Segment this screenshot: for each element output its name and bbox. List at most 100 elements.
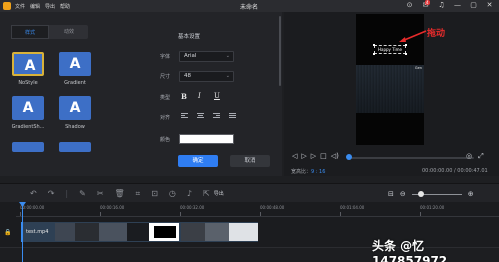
size-select[interactable]: 48 ⌄ bbox=[179, 71, 234, 82]
style-tile-label: Shadow bbox=[65, 124, 85, 130]
divider: | bbox=[65, 189, 69, 198]
underline-button[interactable]: U bbox=[214, 92, 220, 100]
basic-settings-title: 基本设置 bbox=[178, 34, 201, 40]
resize-handle[interactable] bbox=[373, 53, 375, 55]
zoom-knob[interactable] bbox=[417, 190, 424, 197]
tile-glyph: A bbox=[24, 58, 36, 74]
type-label: 类型 bbox=[160, 95, 171, 101]
close-icon[interactable]: ✕ bbox=[485, 1, 494, 10]
export-button[interactable]: 导出 bbox=[214, 189, 224, 199]
size-label: 尺寸 bbox=[160, 74, 171, 80]
volume-icon[interactable]: ◁) bbox=[331, 152, 339, 160]
align-center-icon[interactable] bbox=[197, 113, 204, 119]
video-frame-image bbox=[356, 65, 424, 113]
edit-icon[interactable]: ✎ bbox=[79, 189, 86, 199]
zoom-slider[interactable] bbox=[411, 190, 462, 197]
align-justify-icon[interactable] bbox=[229, 113, 236, 119]
style-tile-shadow[interactable]: A bbox=[59, 96, 91, 120]
italic-button[interactable]: I bbox=[198, 92, 201, 100]
app-logo-icon bbox=[3, 2, 11, 10]
font-select[interactable]: Arial ⌄ bbox=[179, 51, 234, 62]
undo-icon[interactable]: ↶ bbox=[30, 189, 37, 199]
confirm-button[interactable]: 确定 bbox=[178, 155, 218, 167]
aspect-ratio-label: 宽高比： bbox=[291, 169, 312, 175]
tab-style[interactable]: 样式 bbox=[11, 25, 49, 39]
playhead[interactable] bbox=[22, 202, 23, 262]
fit-icon[interactable]: ⊟ bbox=[388, 190, 394, 198]
style-tile-gradient[interactable]: A bbox=[59, 52, 91, 76]
tab-animation[interactable]: 动效 bbox=[50, 25, 88, 39]
panel-scrollbar[interactable] bbox=[279, 16, 281, 86]
annotation-arrow-icon bbox=[399, 30, 427, 42]
bold-button[interactable]: B bbox=[181, 92, 187, 101]
split-icon[interactable]: ✂ bbox=[97, 189, 104, 199]
resize-handle[interactable] bbox=[373, 44, 375, 46]
crop-icon[interactable]: ⌗ bbox=[136, 189, 141, 199]
minimize-icon[interactable]: — bbox=[453, 1, 462, 10]
font-value: Arial bbox=[184, 53, 197, 59]
aspect-ratio[interactable]: 宽高比：9 : 16 bbox=[291, 168, 325, 175]
cancel-button[interactable]: 取消 bbox=[230, 155, 270, 167]
bell-icon[interactable]: ♫ bbox=[437, 1, 446, 10]
freeze-icon[interactable]: ⊡ bbox=[151, 189, 158, 199]
time-ruler[interactable]: 00:00:00.00 00:00:16.00 00:00:32.00 00:0… bbox=[16, 202, 499, 217]
style-tile-gradient-shadow[interactable]: A bbox=[12, 96, 44, 120]
style-tile-label: Gradient bbox=[64, 80, 86, 86]
caption-box[interactable]: Happy Time bbox=[373, 44, 407, 55]
video-clip[interactable]: test.mp4 bbox=[21, 222, 258, 242]
clip-thumbnail bbox=[181, 223, 205, 241]
next-frame-icon[interactable]: ▷ bbox=[311, 152, 316, 160]
timecode: 00:00:00.00 / 00:00:47.01 bbox=[422, 168, 488, 174]
ruler-label: 00:01:20.00 bbox=[420, 205, 445, 210]
speed-icon[interactable]: ◷ bbox=[169, 189, 176, 199]
style-tile-partial[interactable] bbox=[12, 142, 44, 152]
title-bar: 文件 编辑 导出 帮助 未命名 ⊙ ✉ 4 ♫ — ▢ ✕ bbox=[0, 0, 499, 12]
track-lock-icon[interactable]: 🔒 bbox=[4, 229, 11, 236]
align-right-icon[interactable] bbox=[213, 113, 220, 119]
chevron-down-icon: ⌄ bbox=[225, 73, 230, 79]
ruler-label: 00:00:00.00 bbox=[20, 205, 45, 210]
style-tab-switcher: 样式 动效 bbox=[11, 25, 88, 39]
size-value: 48 bbox=[184, 73, 191, 79]
playback-progress[interactable] bbox=[348, 157, 474, 159]
ruler-label: 00:00:16.00 bbox=[100, 205, 125, 210]
zoom-in-icon[interactable]: ⊕ bbox=[468, 190, 474, 198]
share-icon[interactable]: ⊙ bbox=[405, 1, 414, 10]
clip-thumbnail bbox=[229, 223, 258, 241]
progress-knob[interactable] bbox=[346, 154, 352, 160]
menu-help[interactable]: 帮助 bbox=[60, 3, 70, 10]
menu-bar: 文件 编辑 导出 帮助 bbox=[15, 3, 70, 10]
playback-controls: ◁ ▷ ▷ □ ◁) bbox=[292, 152, 339, 160]
timeline-toolbar: ↶ ↷ | ✎ ✂ 🗑 ⌗ ⊡ ◷ ♪ ⇱ 导出 ⊟ ⊖ ⊕ bbox=[0, 183, 499, 202]
tile-glyph: A bbox=[69, 56, 81, 72]
style-tile-partial[interactable] bbox=[59, 142, 91, 152]
resize-handle[interactable] bbox=[405, 53, 407, 55]
menu-edit[interactable]: 编辑 bbox=[30, 3, 40, 10]
clip-thumbnail bbox=[205, 223, 229, 241]
clip-name: test.mp4 bbox=[26, 229, 49, 235]
play-icon[interactable]: ▷ bbox=[301, 152, 306, 160]
mic-icon[interactable]: ♪ bbox=[187, 189, 192, 199]
zoom-control: ⊟ ⊖ ⊕ bbox=[388, 190, 474, 198]
color-picker[interactable] bbox=[179, 134, 234, 144]
aspect-ratio-value: 9 : 16 bbox=[311, 169, 326, 175]
clip-thumbnail bbox=[55, 223, 75, 241]
export-icon[interactable]: ⇱ bbox=[203, 189, 210, 199]
ruler-label: 00:00:32.00 bbox=[180, 205, 205, 210]
redo-icon[interactable]: ↷ bbox=[48, 189, 55, 199]
mail-icon[interactable]: ✉ 4 bbox=[421, 0, 430, 10]
style-tile-nostyle[interactable]: A bbox=[12, 52, 44, 76]
caption-text: Happy Time bbox=[378, 47, 402, 52]
align-left-icon[interactable] bbox=[181, 113, 188, 119]
zoom-out-icon[interactable]: ⊖ bbox=[400, 190, 406, 198]
stop-icon[interactable]: □ bbox=[320, 152, 327, 160]
menu-export[interactable]: 导出 bbox=[45, 3, 55, 10]
maximize-icon[interactable]: ▢ bbox=[469, 1, 478, 10]
menu-file[interactable]: 文件 bbox=[15, 3, 25, 10]
snapshot-icon[interactable]: ◎ bbox=[466, 152, 472, 161]
chevron-down-icon: ⌄ bbox=[225, 53, 230, 59]
prev-frame-icon[interactable]: ◁ bbox=[292, 152, 297, 160]
resize-handle[interactable] bbox=[405, 44, 407, 46]
fullscreen-icon[interactable]: ⤢ bbox=[478, 152, 484, 161]
delete-icon[interactable]: 🗑 bbox=[115, 189, 125, 199]
